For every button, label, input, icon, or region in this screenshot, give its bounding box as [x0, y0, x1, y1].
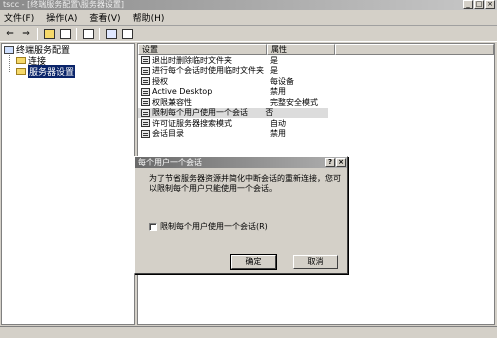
- forward-icon[interactable]: ⇒: [19, 27, 33, 40]
- setting-icon: [141, 56, 150, 65]
- folder-icon: [16, 57, 26, 64]
- setting-value: 禁用: [270, 129, 286, 139]
- dialog-message: 为了节省服务器资源并简化中断会话的重新连接，您可以限制每个用户只能使用一个会话。: [149, 174, 341, 193]
- setting-name: Active Desktop: [152, 87, 213, 97]
- dialog-help-button[interactable]: ?: [325, 158, 335, 167]
- list-row-selected[interactable]: 限制每个用户使用一个会话 否: [138, 107, 328, 118]
- list-row[interactable]: 授权 每设备: [138, 76, 494, 87]
- toolbar-separator: [37, 27, 38, 40]
- tree-item-root[interactable]: 终端服务配置: [2, 44, 134, 56]
- column-header-filler: [335, 44, 494, 55]
- list-row[interactable]: 进行每个会话时使用临时文件夹 是: [138, 66, 494, 77]
- setting-value: 是: [270, 66, 278, 76]
- tree-item-label: 服务器设置: [28, 65, 76, 78]
- session-limit-dialog: 每个用户一个会话 ? × 为了节省服务器资源并简化中断会话的重新连接，您可以限制…: [134, 156, 348, 274]
- toolbar-separator: [76, 27, 77, 40]
- setting-value: 每设备: [270, 76, 294, 86]
- setting-value: 完整安全模式: [270, 97, 318, 107]
- limit-session-checkbox[interactable]: [149, 222, 157, 231]
- column-header-property[interactable]: 属性: [267, 44, 335, 55]
- setting-name: 权限兼容性: [152, 97, 192, 107]
- setting-name: 授权: [152, 76, 168, 86]
- limit-session-checkbox-label[interactable]: 限制每个用户使用一个会话(R): [160, 221, 268, 232]
- menu-action[interactable]: 操作(A): [46, 11, 77, 24]
- maximize-button[interactable]: □: [474, 0, 484, 9]
- dialog-close-button[interactable]: ×: [336, 158, 346, 167]
- window-titlebar: tscc - [终端服务配置\服务器设置] _ □ ×: [0, 0, 497, 10]
- properties-icon[interactable]: [81, 27, 95, 40]
- list-row[interactable]: 权限兼容性 完整安全模式: [138, 97, 494, 108]
- status-bar: [0, 326, 497, 338]
- ok-button[interactable]: 确定: [231, 255, 276, 269]
- window-title: tscc - [终端服务配置\服务器设置]: [3, 0, 125, 9]
- toolbar: ⇐ ⇒: [0, 26, 497, 42]
- menu-file[interactable]: 文件(F): [4, 11, 34, 24]
- toolbar-separator: [99, 27, 100, 40]
- menu-help[interactable]: 帮助(H): [133, 11, 165, 24]
- show-tree-icon[interactable]: [58, 27, 72, 40]
- terminal-services-icon: [4, 45, 14, 54]
- setting-name: 进行每个会话时使用临时文件夹: [152, 66, 264, 76]
- list-row[interactable]: 许可证服务器搜索模式 自动: [138, 118, 494, 129]
- list-row[interactable]: Active Desktop 禁用: [138, 87, 494, 98]
- tree-item-server-settings[interactable]: 服务器设置: [2, 65, 134, 78]
- up-folder-icon[interactable]: [42, 27, 56, 40]
- list-row[interactable]: 会话目录 禁用: [138, 129, 494, 140]
- list-header: 设置 属性: [138, 44, 494, 55]
- cancel-button[interactable]: 取消: [293, 255, 338, 269]
- setting-value: 禁用: [270, 87, 286, 97]
- setting-icon: [141, 77, 150, 86]
- tree-connector: [9, 55, 10, 72]
- setting-icon: [141, 129, 150, 138]
- setting-name: 许可证服务器搜索模式: [152, 118, 232, 128]
- dialog-titlebar[interactable]: 每个用户一个会话 ? ×: [135, 157, 347, 168]
- setting-name: 会话目录: [152, 129, 184, 139]
- limit-session-checkbox-row[interactable]: 限制每个用户使用一个会话(R): [149, 221, 268, 232]
- column-header-setting[interactable]: 设置: [138, 44, 267, 55]
- help-icon[interactable]: [104, 27, 118, 40]
- minimize-button[interactable]: _: [463, 0, 473, 9]
- back-icon[interactable]: ⇐: [3, 27, 17, 40]
- dialog-title: 每个用户一个会话: [138, 158, 202, 167]
- setting-name: 退出时删除临时文件夹: [152, 55, 232, 65]
- list-row[interactable]: 退出时删除临时文件夹 是: [138, 55, 494, 66]
- dialog-title-buttons: ? ×: [325, 158, 346, 167]
- console-icon[interactable]: [120, 27, 134, 40]
- setting-value: 否: [265, 108, 274, 118]
- setting-icon: [141, 66, 150, 75]
- menu-view[interactable]: 查看(V): [89, 11, 120, 24]
- setting-icon: [141, 87, 150, 96]
- close-button[interactable]: ×: [485, 0, 495, 9]
- setting-value: 自动: [270, 118, 286, 128]
- setting-value: 是: [270, 55, 278, 65]
- tree-pane[interactable]: 终端服务配置 连接 服务器设置: [1, 43, 135, 325]
- menu-bar: 文件(F) 操作(A) 查看(V) 帮助(H): [0, 10, 497, 26]
- setting-icon: [141, 119, 150, 128]
- setting-icon: [141, 108, 150, 117]
- setting-icon: [141, 98, 150, 107]
- setting-name: 限制每个用户使用一个会话: [152, 108, 248, 118]
- folder-icon: [16, 68, 26, 75]
- window-controls: _ □ ×: [463, 0, 495, 10]
